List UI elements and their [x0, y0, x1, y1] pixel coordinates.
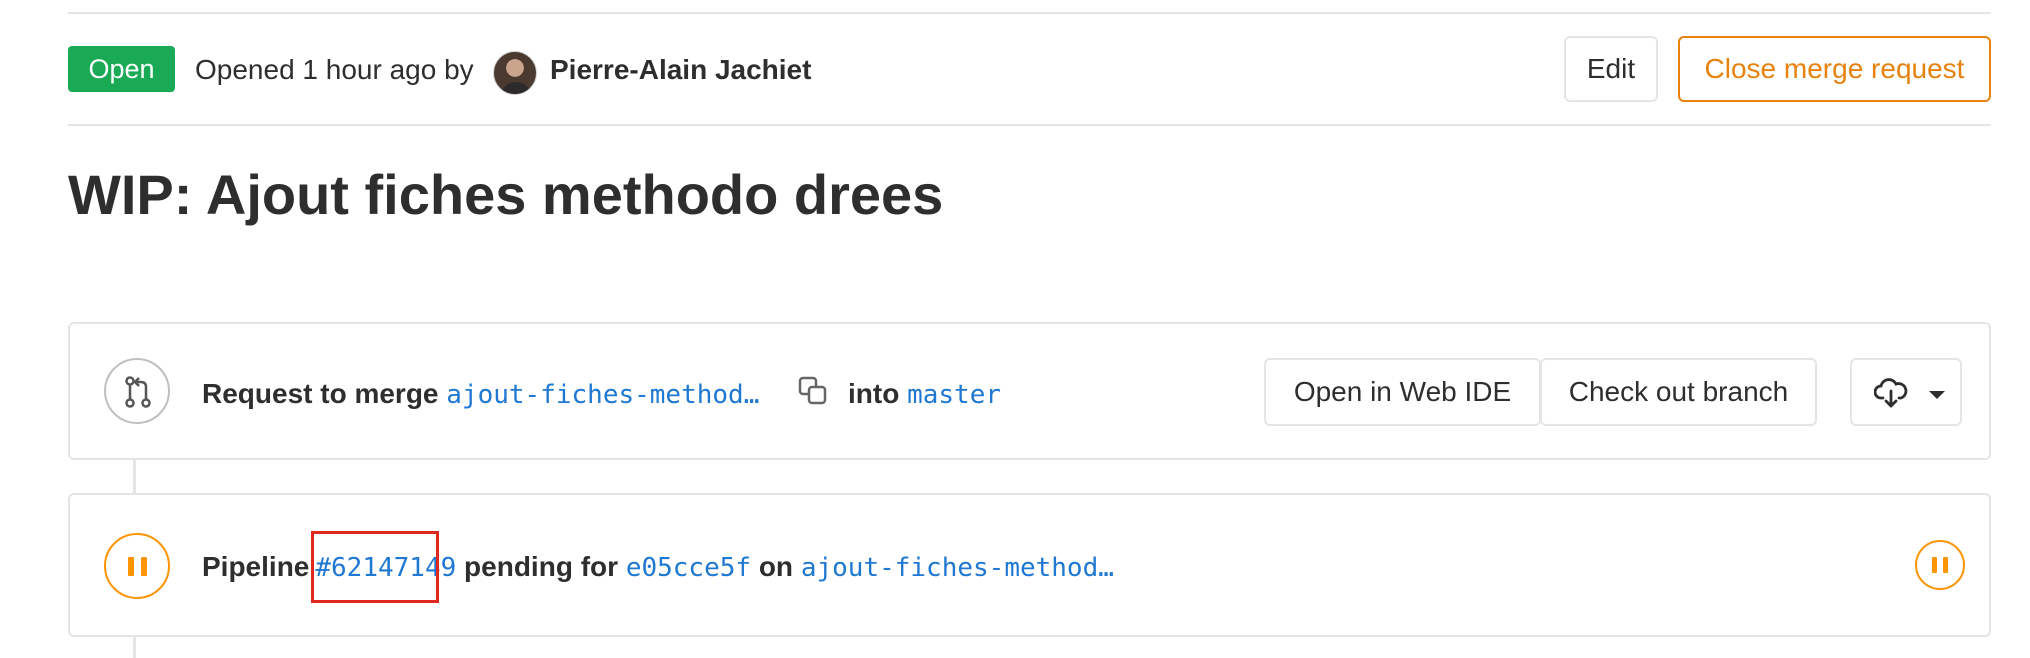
- source-branch-link[interactable]: ajout-fiches-method…: [446, 380, 759, 410]
- highlight-annotation: [311, 531, 439, 603]
- download-cloud-icon: [1874, 378, 1908, 408]
- edit-button[interactable]: Edit: [1564, 36, 1658, 102]
- merge-request-line: Request to merge ajout-fiches-method…: [202, 374, 759, 414]
- pipeline-prefix: Pipeline: [202, 551, 310, 582]
- merge-target-line: into master: [848, 374, 1001, 414]
- copy-icon[interactable]: [798, 376, 828, 411]
- opened-meta: Opened 1 hour ago by: [195, 54, 474, 85]
- author-link[interactable]: Pierre-Alain Jachiet: [550, 50, 811, 90]
- open-web-ide-button[interactable]: Open in Web IDE: [1264, 358, 1541, 426]
- merge-request-page: Open Opened 1 hour ago by Pierre-Alain J…: [0, 0, 2030, 658]
- close-merge-request-button[interactable]: Close merge request: [1678, 36, 1991, 102]
- into-label: into: [848, 378, 900, 409]
- merge-request-widget: Request to merge ajout-fiches-method… in…: [68, 322, 1991, 460]
- download-dropdown-button[interactable]: [1850, 358, 1962, 426]
- page-title: WIP: Ajout fiches methodo drees: [68, 163, 944, 226]
- check-out-branch-button[interactable]: Check out branch: [1540, 358, 1817, 426]
- pipeline-widget: Pipeline #62147149 pending for e05cce5f o…: [68, 493, 1991, 637]
- pipeline-branch-link[interactable]: ajout-fiches-method…: [801, 553, 1114, 583]
- git-merge-icon: [104, 358, 170, 424]
- pipeline-pending-icon[interactable]: [104, 533, 170, 599]
- request-prefix: Request to merge: [202, 378, 439, 409]
- top-divider: [68, 12, 1991, 14]
- commit-sha-link[interactable]: e05cce5f: [626, 553, 751, 583]
- target-branch-link[interactable]: master: [907, 380, 1001, 410]
- pipeline-stage-pending-icon[interactable]: [1915, 540, 1965, 590]
- chevron-down-icon: [1929, 391, 1945, 399]
- on-label: on: [758, 551, 794, 582]
- author-avatar[interactable]: [493, 51, 537, 95]
- pipeline-status-text: pending for: [464, 551, 619, 582]
- header-divider: [68, 124, 1991, 126]
- status-badge: Open: [68, 46, 175, 92]
